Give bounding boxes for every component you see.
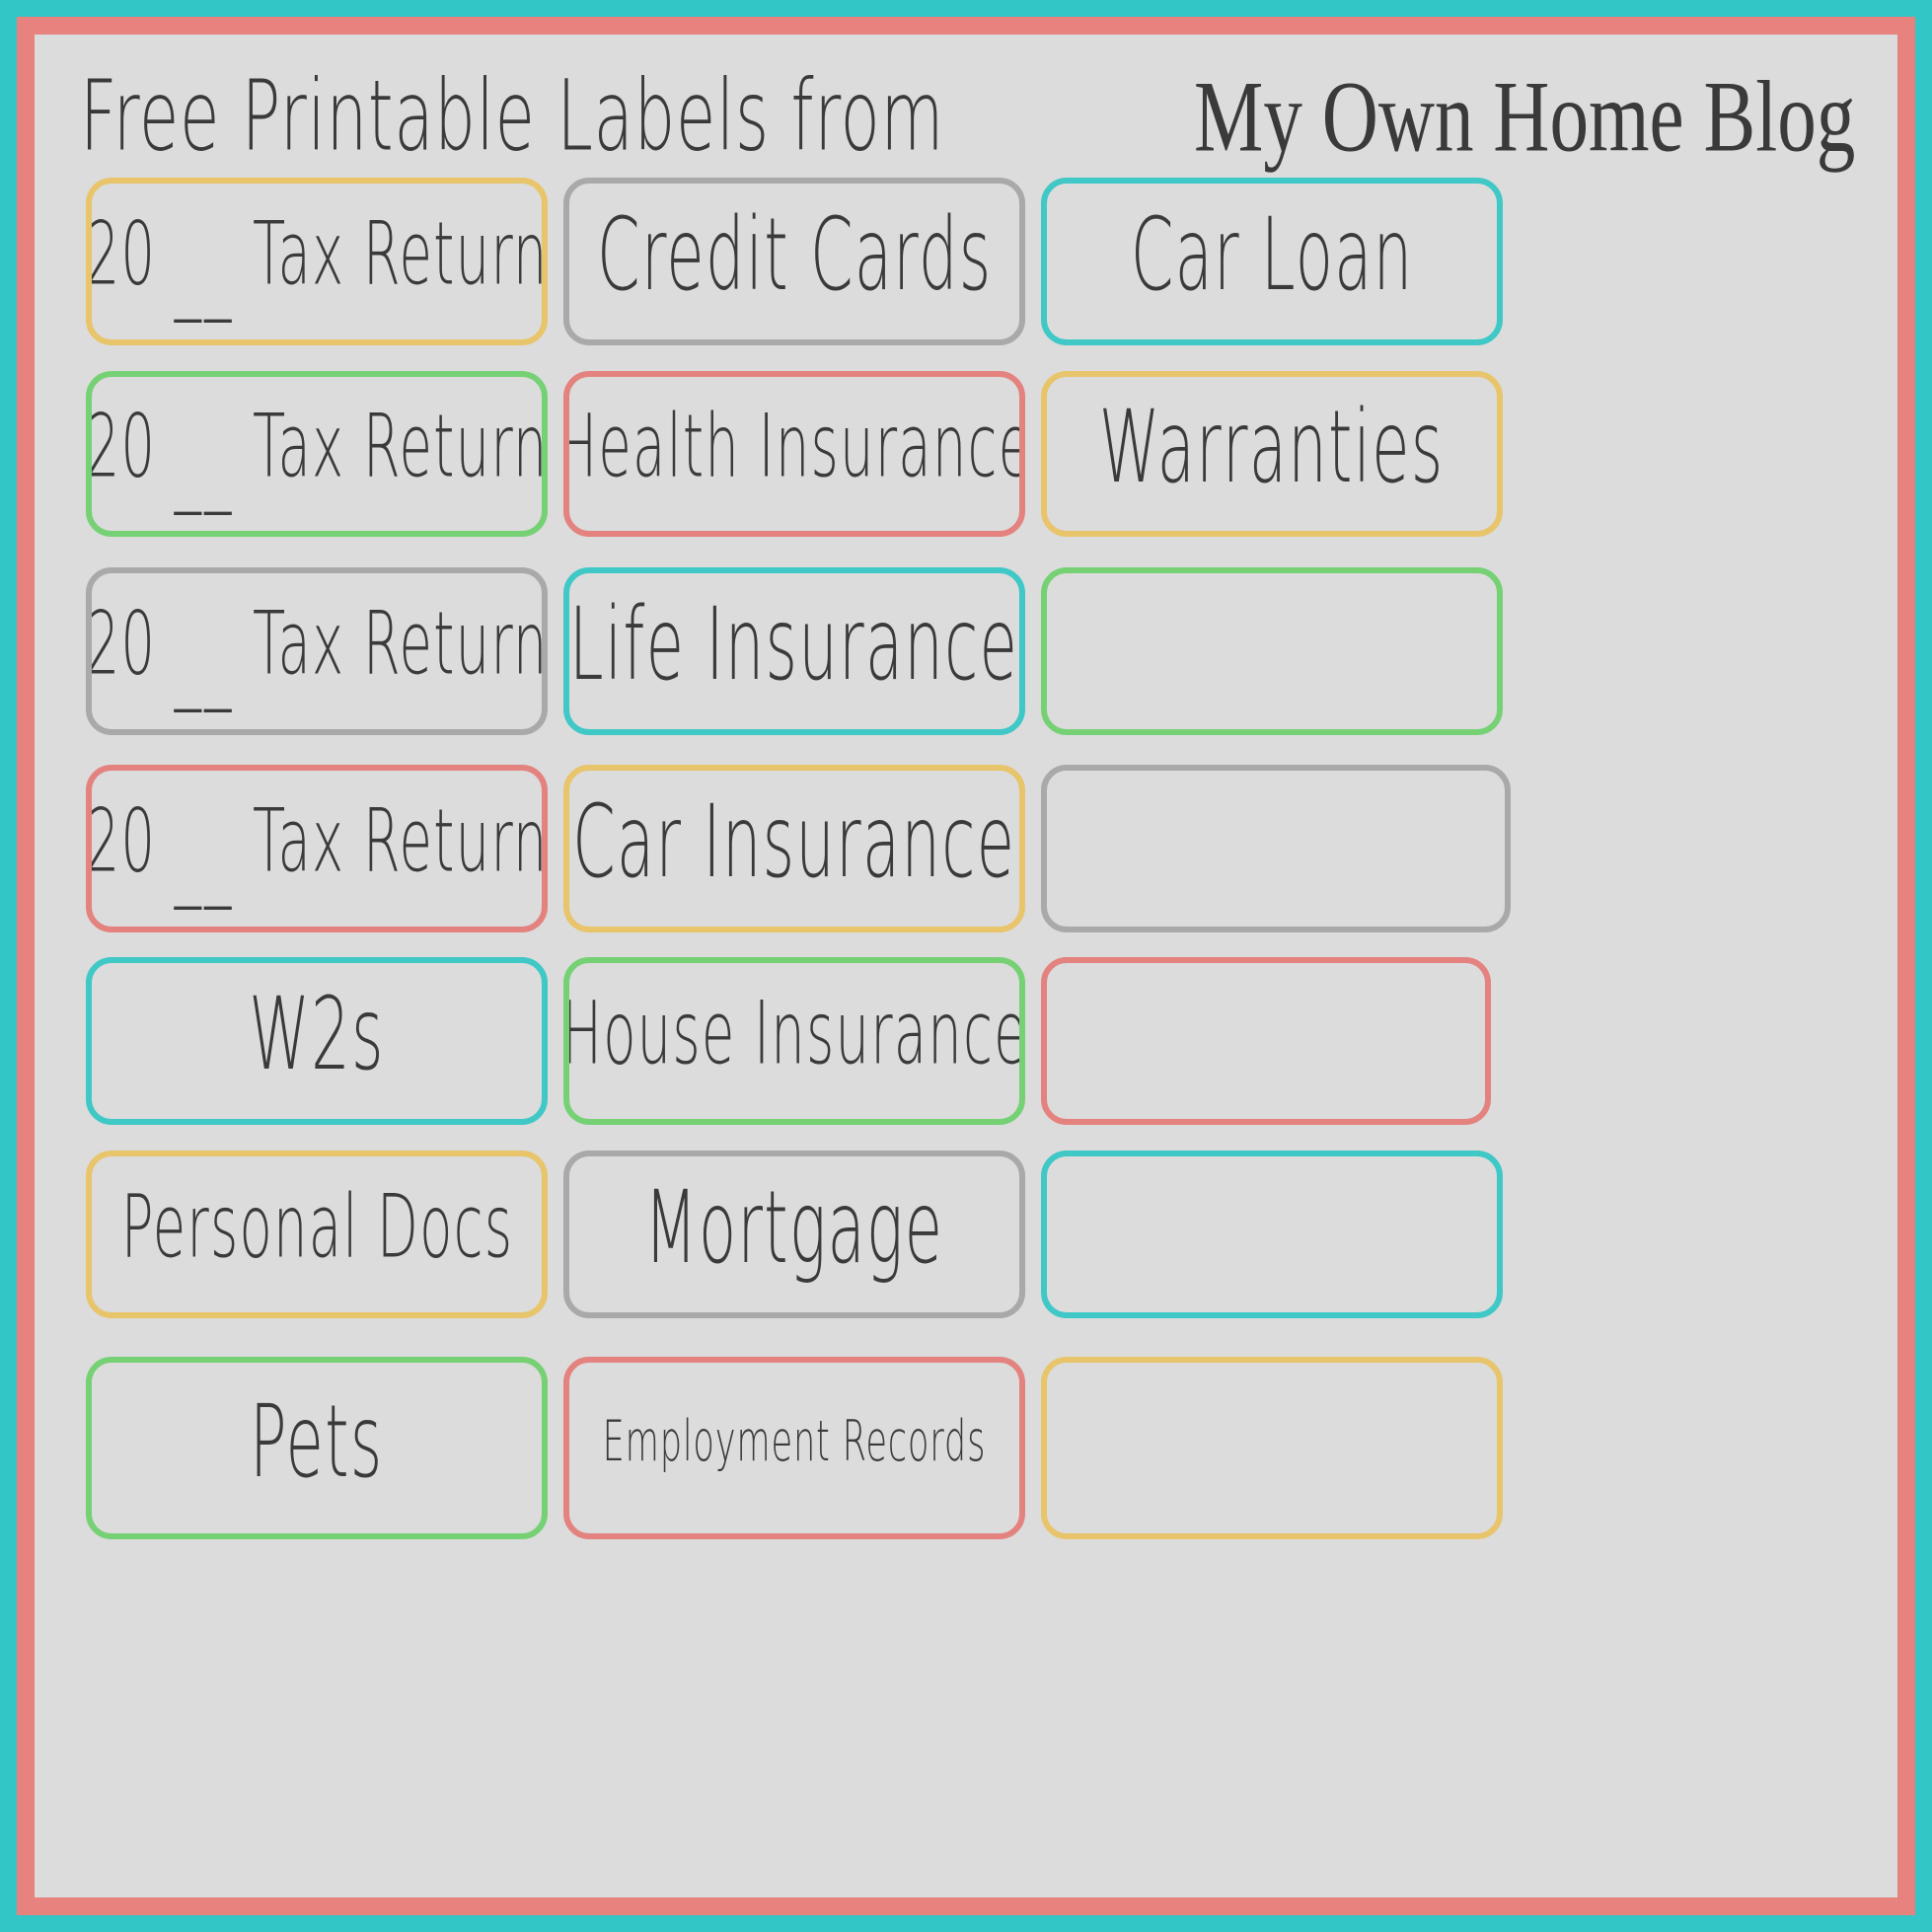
- label-text: Life Insurance: [569, 587, 1019, 704]
- label-text: 20 __ Tax Return: [92, 404, 542, 508]
- label-box[interactable]: [1041, 567, 1503, 735]
- label-text-suffix: Tax Return: [234, 791, 548, 893]
- label-text: Mortgage: [644, 1170, 944, 1287]
- label-year-prefix: 20: [86, 397, 175, 498]
- label-year-prefix: 20: [86, 204, 175, 306]
- label-box[interactable]: Mortgage: [563, 1151, 1025, 1318]
- label-box[interactable]: [1041, 765, 1511, 932]
- label-box[interactable]: Pets: [86, 1357, 548, 1539]
- label-year-blank: __: [174, 808, 235, 911]
- label-year-blank: __: [174, 413, 235, 516]
- label-text: Car Loan: [1130, 197, 1414, 314]
- label-text-suffix: Tax Return: [234, 204, 548, 306]
- label-box[interactable]: [1041, 957, 1491, 1125]
- label-box[interactable]: Personal Docs: [86, 1151, 548, 1318]
- label-box[interactable]: Car Insurance: [563, 765, 1025, 932]
- label-box[interactable]: 20 __ Tax Return: [86, 371, 548, 537]
- label-text-suffix: Tax Return: [234, 397, 548, 498]
- label-grid: 20 __ Tax Return 20 __ Tax Return 20 __ Ta…: [35, 35, 1897, 1897]
- label-box[interactable]: Warranties: [1041, 371, 1503, 537]
- label-text: Car Insurance: [572, 784, 1016, 901]
- label-text: W2s: [249, 977, 385, 1093]
- label-box[interactable]: Health Insurance: [563, 371, 1025, 537]
- label-text: Health Insurance: [563, 397, 1025, 498]
- label-text: Employment Records: [602, 1408, 987, 1474]
- label-box[interactable]: 20 __ Tax Return: [86, 178, 548, 345]
- label-sheet: Free Printable Labels from My Own Home Bl…: [35, 35, 1897, 1897]
- label-text: Pets: [250, 1384, 384, 1500]
- label-text: Personal Docs: [120, 1177, 513, 1279]
- label-box[interactable]: Employment Records: [563, 1357, 1025, 1539]
- label-year-prefix: 20: [86, 594, 175, 696]
- label-text-suffix: Tax Return: [234, 594, 548, 696]
- label-box[interactable]: [1041, 1357, 1503, 1539]
- label-text: House Insurance: [563, 984, 1025, 1085]
- label-box[interactable]: 20 __ Tax Return: [86, 567, 548, 735]
- label-box[interactable]: Car Loan: [1041, 178, 1503, 345]
- label-box[interactable]: W2s: [86, 957, 548, 1125]
- label-text: Warranties: [1099, 390, 1445, 506]
- label-box[interactable]: Life Insurance: [563, 567, 1025, 735]
- label-text: 20 __ Tax Return: [92, 211, 542, 316]
- label-text: Credit Cards: [596, 197, 993, 314]
- label-text: 20 __ Tax Return: [92, 601, 542, 706]
- label-box[interactable]: [1041, 1151, 1503, 1318]
- label-year-blank: __: [174, 611, 235, 713]
- coral-frame-band: Free Printable Labels from My Own Home Bl…: [17, 17, 1915, 1915]
- label-text: 20 __ Tax Return: [92, 798, 542, 903]
- label-box[interactable]: House Insurance: [563, 957, 1025, 1125]
- label-year-blank: __: [174, 221, 235, 324]
- label-year-prefix: 20: [86, 791, 175, 893]
- label-box[interactable]: Credit Cards: [563, 178, 1025, 345]
- printable-labels-page: Free Printable Labels from My Own Home Bl…: [0, 0, 1932, 1932]
- label-box[interactable]: 20 __ Tax Return: [86, 765, 548, 932]
